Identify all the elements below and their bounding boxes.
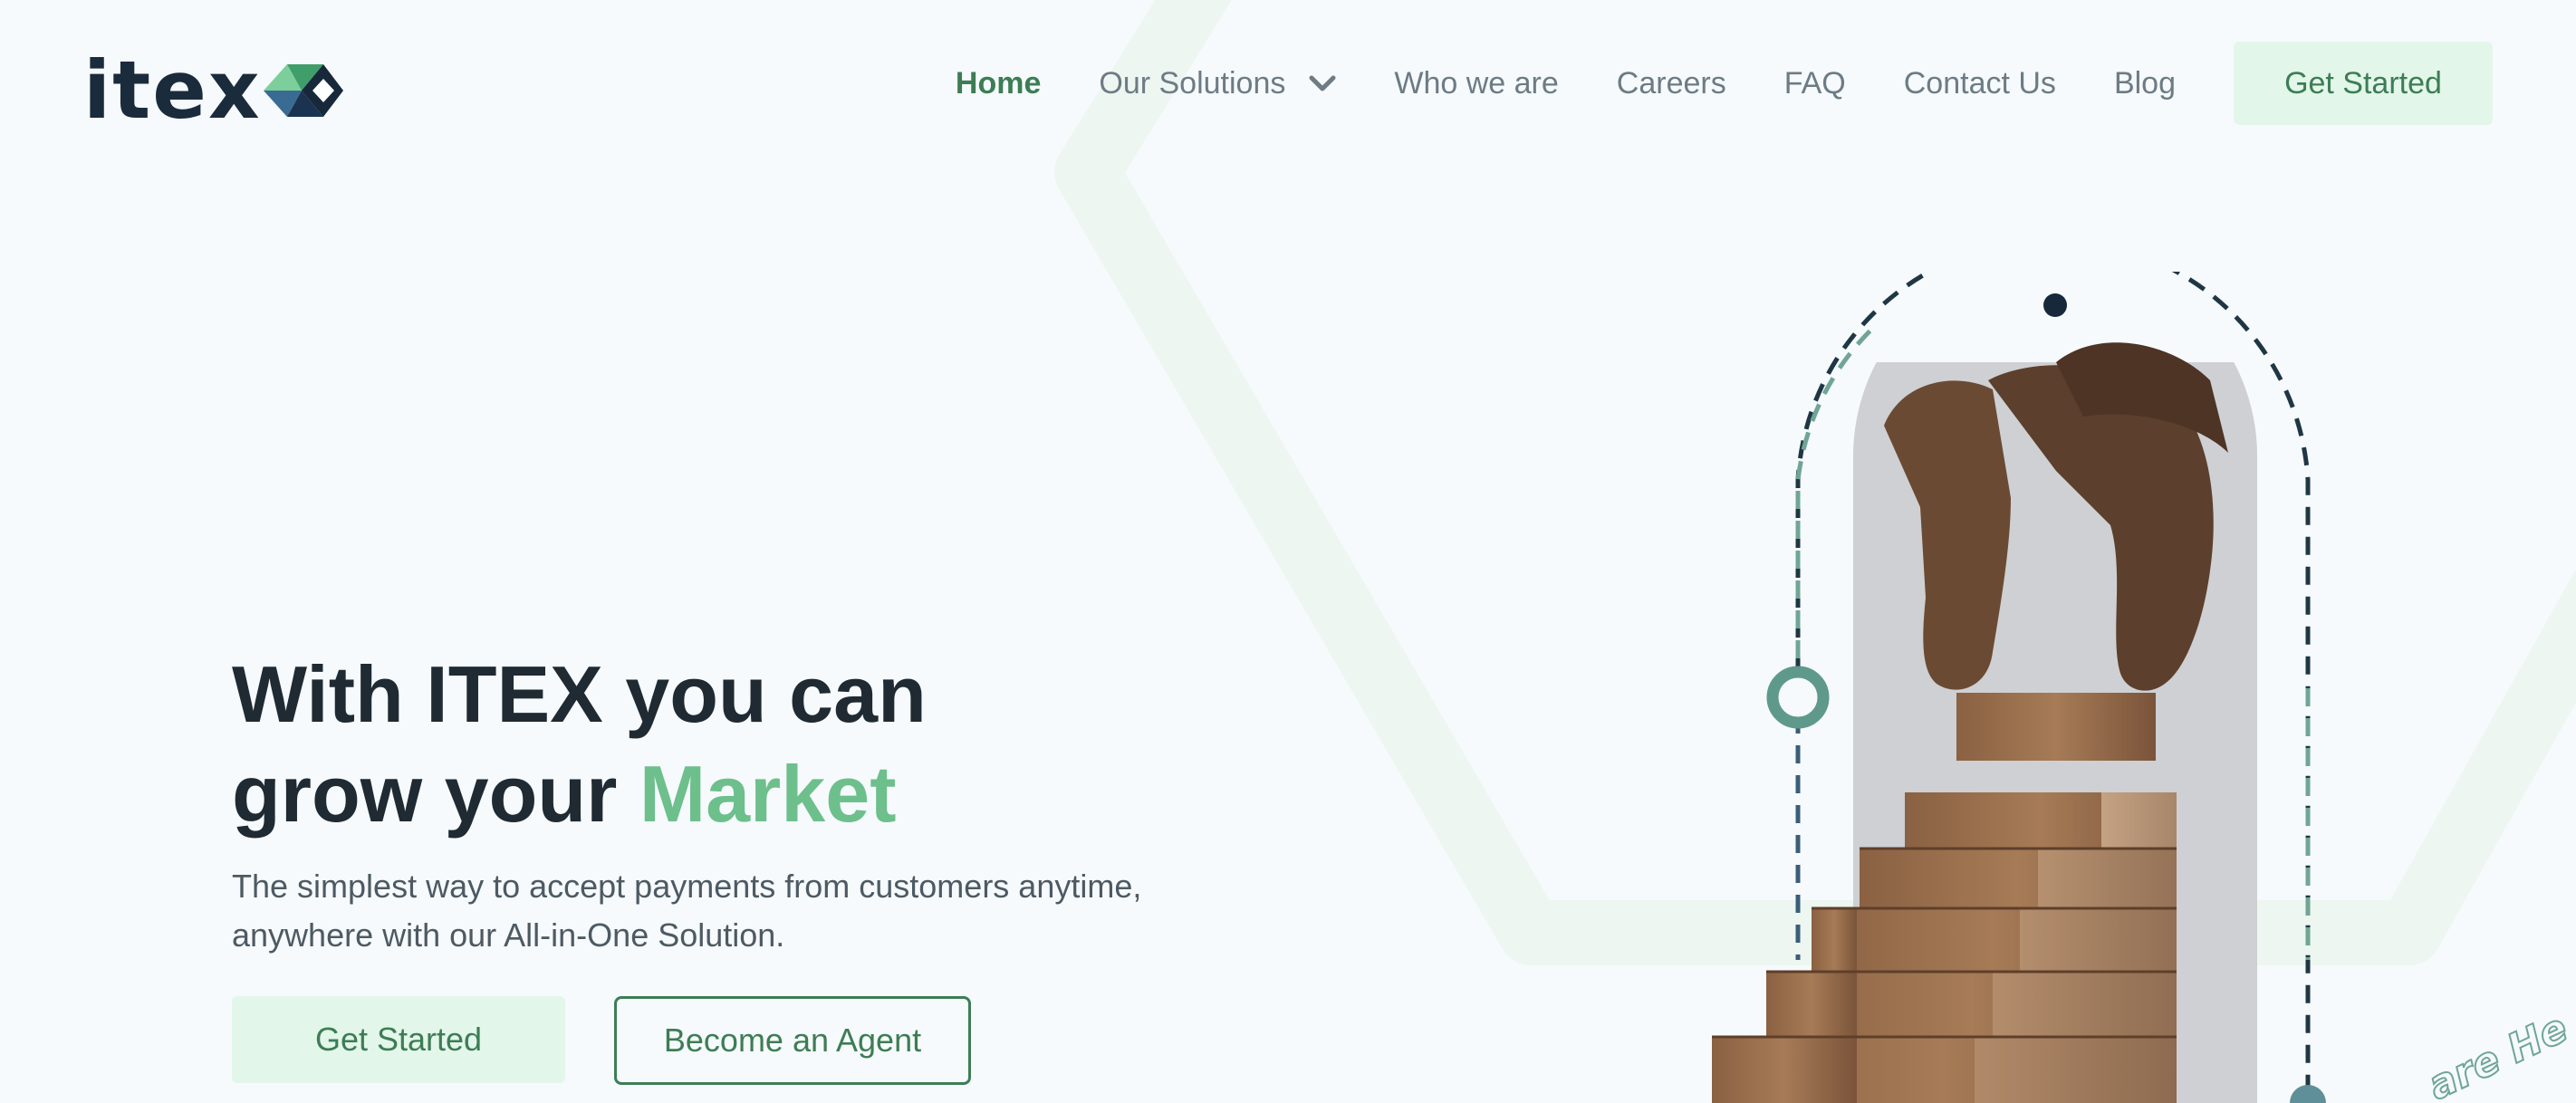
hero-subtitle-line1: The simplest way to accept payments from… xyxy=(232,868,1142,905)
nav-faq[interactable]: FAQ xyxy=(1784,66,1846,101)
hero-subtitle: The simplest way to accept payments from… xyxy=(232,862,1210,960)
hero-title-line1: With ITEX you can xyxy=(232,649,927,739)
nav-our-solutions[interactable]: Our Solutions xyxy=(1099,66,1336,101)
nav-contact-us[interactable]: Contact Us xyxy=(1904,66,2056,101)
nav-get-started-button[interactable]: Get Started xyxy=(2234,42,2493,125)
logo-wordmark: itex xyxy=(83,43,262,137)
become-agent-button[interactable]: Become an Agent xyxy=(614,996,971,1085)
nav-our-solutions-label: Our Solutions xyxy=(1099,65,1286,101)
hero-get-started-button[interactable]: Get Started xyxy=(232,996,565,1083)
main-nav: Home Our Solutions Who we are Careers FA… xyxy=(956,42,2493,125)
landing-page: itex Home Our Solutions Who we are Caree… xyxy=(0,0,2576,1103)
itex-diamond-logo-icon xyxy=(263,64,343,117)
hero-title-accent: Market xyxy=(639,749,897,839)
itex-logo[interactable]: itex xyxy=(83,51,347,130)
hero-subtitle-line2: anywhere with our All-in-One Solution. xyxy=(232,916,785,954)
nav-blog[interactable]: Blog xyxy=(2114,66,2176,101)
nav-who-we-are[interactable]: Who we are xyxy=(1394,66,1558,101)
nav-home[interactable]: Home xyxy=(956,66,1041,101)
nav-careers[interactable]: Careers xyxy=(1617,66,1726,101)
hero-title-line2: grow your xyxy=(232,749,618,839)
chevron-down-icon xyxy=(1309,75,1336,91)
curved-text-fragment: are He xyxy=(2421,1005,2574,1103)
hero-illustration: are He xyxy=(1712,272,2576,1103)
hero-title: With ITEX you can grow your Market xyxy=(232,645,927,844)
